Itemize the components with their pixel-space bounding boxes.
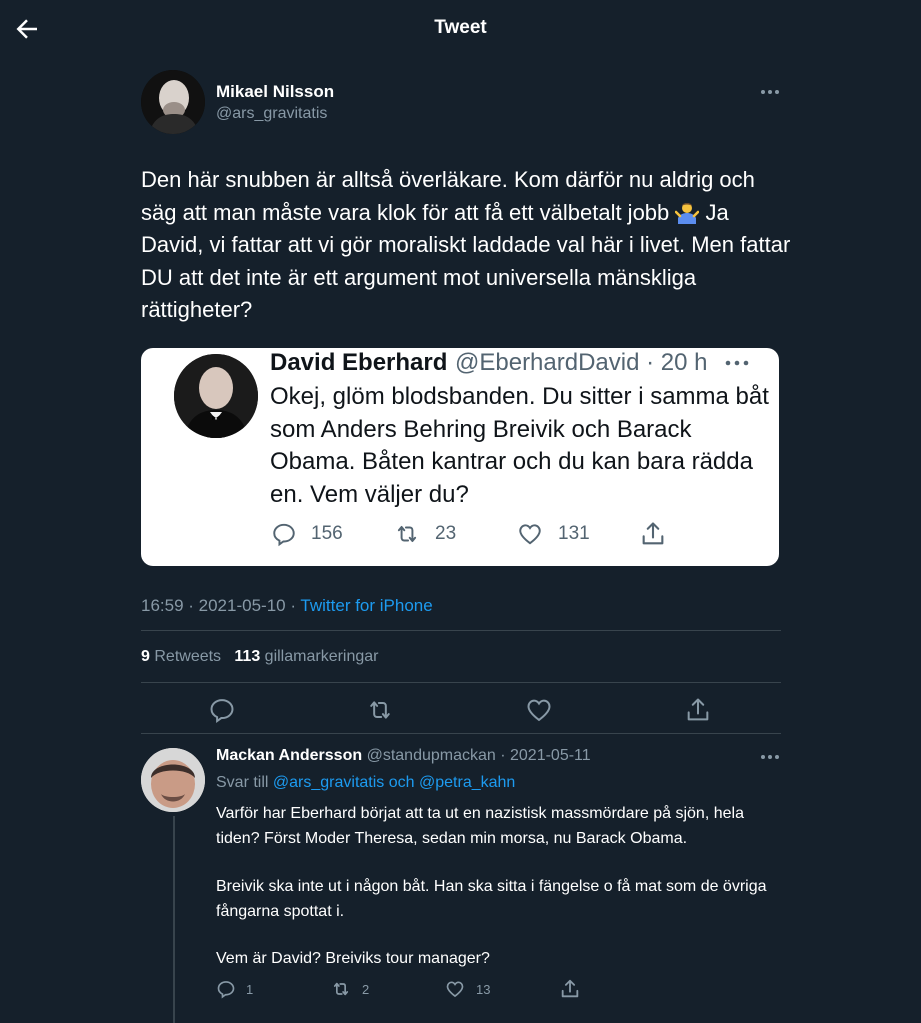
embedded-reply-icon — [273, 523, 295, 547]
likes-number: 113 — [234, 648, 261, 665]
share-icon — [687, 698, 709, 721]
share-button[interactable] — [684, 696, 712, 724]
embedded-reply-stat: 156 — [271, 520, 343, 548]
author-avatar[interactable] — [141, 70, 205, 134]
like-button[interactable] — [525, 696, 553, 724]
embedded-image[interactable]: David Eberhard @EberhardDavid · 20 h Oke… — [141, 348, 779, 566]
reply-button[interactable] — [208, 696, 236, 724]
reply-paragraph: Vem är David? Breiviks tour manager? — [216, 950, 490, 967]
more-options-icon[interactable] — [758, 84, 782, 100]
reply-like-button[interactable]: 13 — [444, 978, 490, 1000]
likes-label: gillamarkeringar — [264, 648, 379, 665]
reply-reply-button[interactable]: 1 — [216, 978, 253, 1000]
reply-icon — [217, 981, 235, 999]
embedded-reply-count: 156 — [311, 523, 343, 544]
divider — [141, 630, 781, 631]
tweet-source-link[interactable]: Twitter for iPhone — [300, 596, 432, 615]
tweet-timestamp: 16:59 · 2021-05-10 · Twitter for iPhone — [141, 596, 433, 616]
reply-handle-date[interactable]: @standupmackan · 2021-05-11 — [367, 747, 591, 764]
embedded-like-count: 131 — [558, 523, 590, 544]
embedded-more-icon — [723, 356, 751, 370]
reply-author-name[interactable]: Mackan Andersson — [216, 747, 362, 764]
embedded-avatar — [174, 354, 258, 438]
reply-icon — [210, 699, 234, 724]
reply-header: Mackan Andersson @standupmackan · 2021-0… — [216, 747, 591, 765]
reply-to-and[interactable]: och — [389, 774, 415, 791]
retweets-number: 9 — [141, 648, 150, 665]
retweet-icon — [333, 982, 349, 996]
reply-to-user-link[interactable]: @ars_gravitatis — [273, 774, 384, 791]
embedded-name: David Eberhard — [270, 349, 448, 376]
person-shrugging-emoji-icon — [675, 200, 700, 224]
retweets-count[interactable]: 9 Retweets — [141, 648, 221, 665]
heart-icon — [446, 981, 464, 998]
reply-paragraph: Varför har Eberhard börjat att ta ut en … — [216, 805, 744, 847]
page-title: Tweet — [434, 17, 487, 38]
heart-icon — [527, 699, 551, 722]
engagement-counts: 9 Retweets 113 gillamarkeringar — [141, 648, 379, 666]
embedded-text: Okej, glöm blodsbanden. Du sitter i samm… — [270, 383, 769, 508]
author-handle[interactable]: @ars_gravitatis — [216, 105, 327, 123]
reply-like-count: 13 — [476, 981, 491, 997]
reply-to-label: Svar till — [216, 774, 269, 791]
embedded-handle-time: @EberhardDavid · 20 h — [455, 349, 708, 376]
retweet-icon — [370, 701, 390, 719]
divider — [141, 733, 781, 734]
reply-retweet-button[interactable]: 2 — [330, 978, 369, 1000]
author-name[interactable]: Mikael Nilsson — [216, 82, 334, 102]
embedded-heart-icon — [519, 524, 541, 545]
reply-to-user-link[interactable]: @petra_kahn — [419, 774, 515, 791]
tweet-text-part1: Den här snubben är alltså överläkare. Ko… — [141, 167, 755, 225]
embedded-share-icon — [642, 522, 664, 545]
retweet-button[interactable] — [366, 696, 394, 724]
retweets-label: Retweets — [154, 648, 222, 665]
likes-count[interactable]: 113 gillamarkeringar — [234, 648, 378, 665]
tweet-text: Den här snubben är alltså överläkare. Ko… — [141, 164, 791, 327]
tweet-time[interactable]: 16:59 · 2021-05-10 · — [141, 596, 300, 615]
embedded-retweet-stat: 23 — [393, 520, 456, 548]
reply-to-line: Svar till @ars_gravitatis och @petra_kah… — [216, 774, 515, 792]
embedded-share-stat — [639, 520, 681, 548]
embedded-retweet-icon — [397, 525, 417, 543]
reply-share-button[interactable] — [559, 978, 591, 1000]
reply-avatar[interactable] — [141, 748, 205, 812]
thread-line — [173, 816, 175, 1023]
reply-reply-count: 1 — [246, 981, 254, 997]
divider — [141, 682, 781, 683]
embedded-like-stat: 131 — [516, 520, 590, 548]
share-icon — [561, 979, 579, 998]
reply-retweet-count: 2 — [362, 981, 370, 997]
reply-more-options-icon[interactable] — [758, 749, 782, 765]
embedded-retweet-count: 23 — [435, 523, 457, 544]
reply-paragraph: Breivik ska inte ut i någon båt. Han ska… — [216, 878, 767, 920]
